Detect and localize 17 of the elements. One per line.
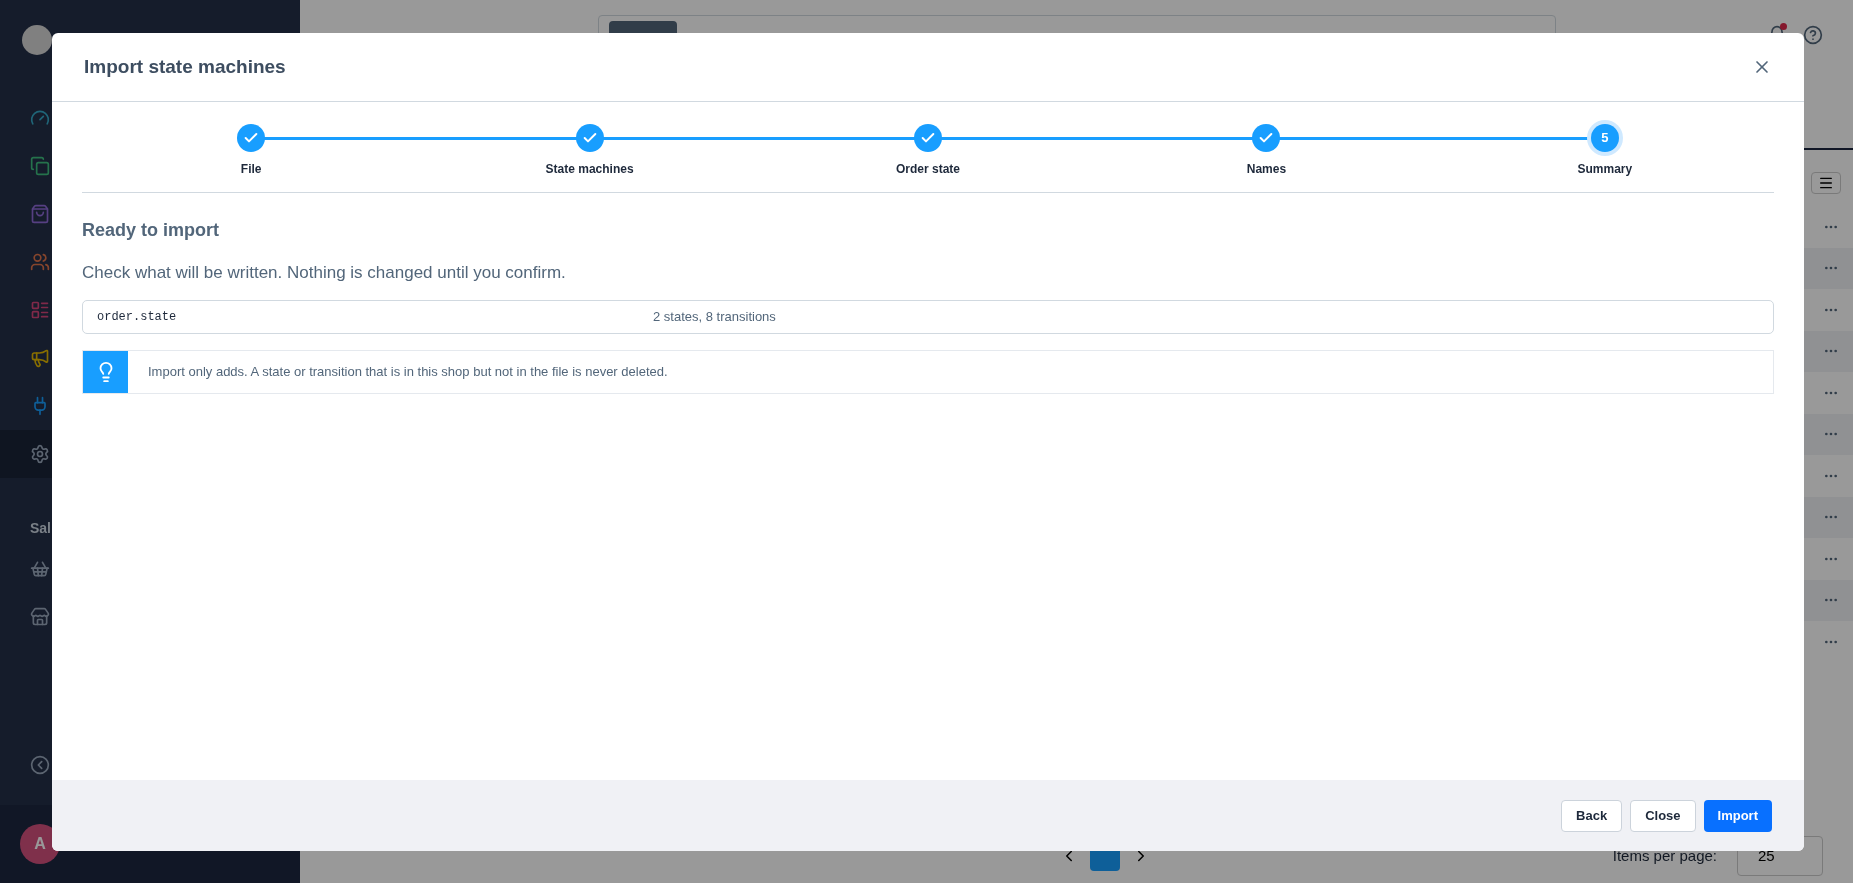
- step-label: Order state: [896, 161, 961, 178]
- intro-text: Check what will be written. Nothing is changed until you confirm.: [82, 262, 567, 284]
- section-heading: Ready to import: [82, 219, 220, 242]
- items-per-page-label: Items per page:: [1612, 845, 1717, 866]
- machine-summary: 2 states, 8 transitions: [653, 307, 776, 326]
- dialog-title: Import state machines: [84, 54, 286, 79]
- dialog-button[interactable]: Close: [1630, 799, 1696, 832]
- step-label: State machines: [545, 161, 634, 178]
- step-label: Summary: [1577, 161, 1633, 178]
- step-label: File: [240, 161, 262, 178]
- tip-text: Import only adds. A state or transition that is in this shop but not in the file is never deleted.: [148, 362, 668, 381]
- machine-name: order.state: [97, 308, 178, 326]
- step-label: Names: [1246, 161, 1287, 178]
- step-number: 5: [1590, 124, 1619, 152]
- dialog-button[interactable]: Back: [1561, 799, 1623, 832]
- section-heading: Sal: [29, 519, 52, 538]
- import-button[interactable]: Import: [1703, 799, 1772, 832]
